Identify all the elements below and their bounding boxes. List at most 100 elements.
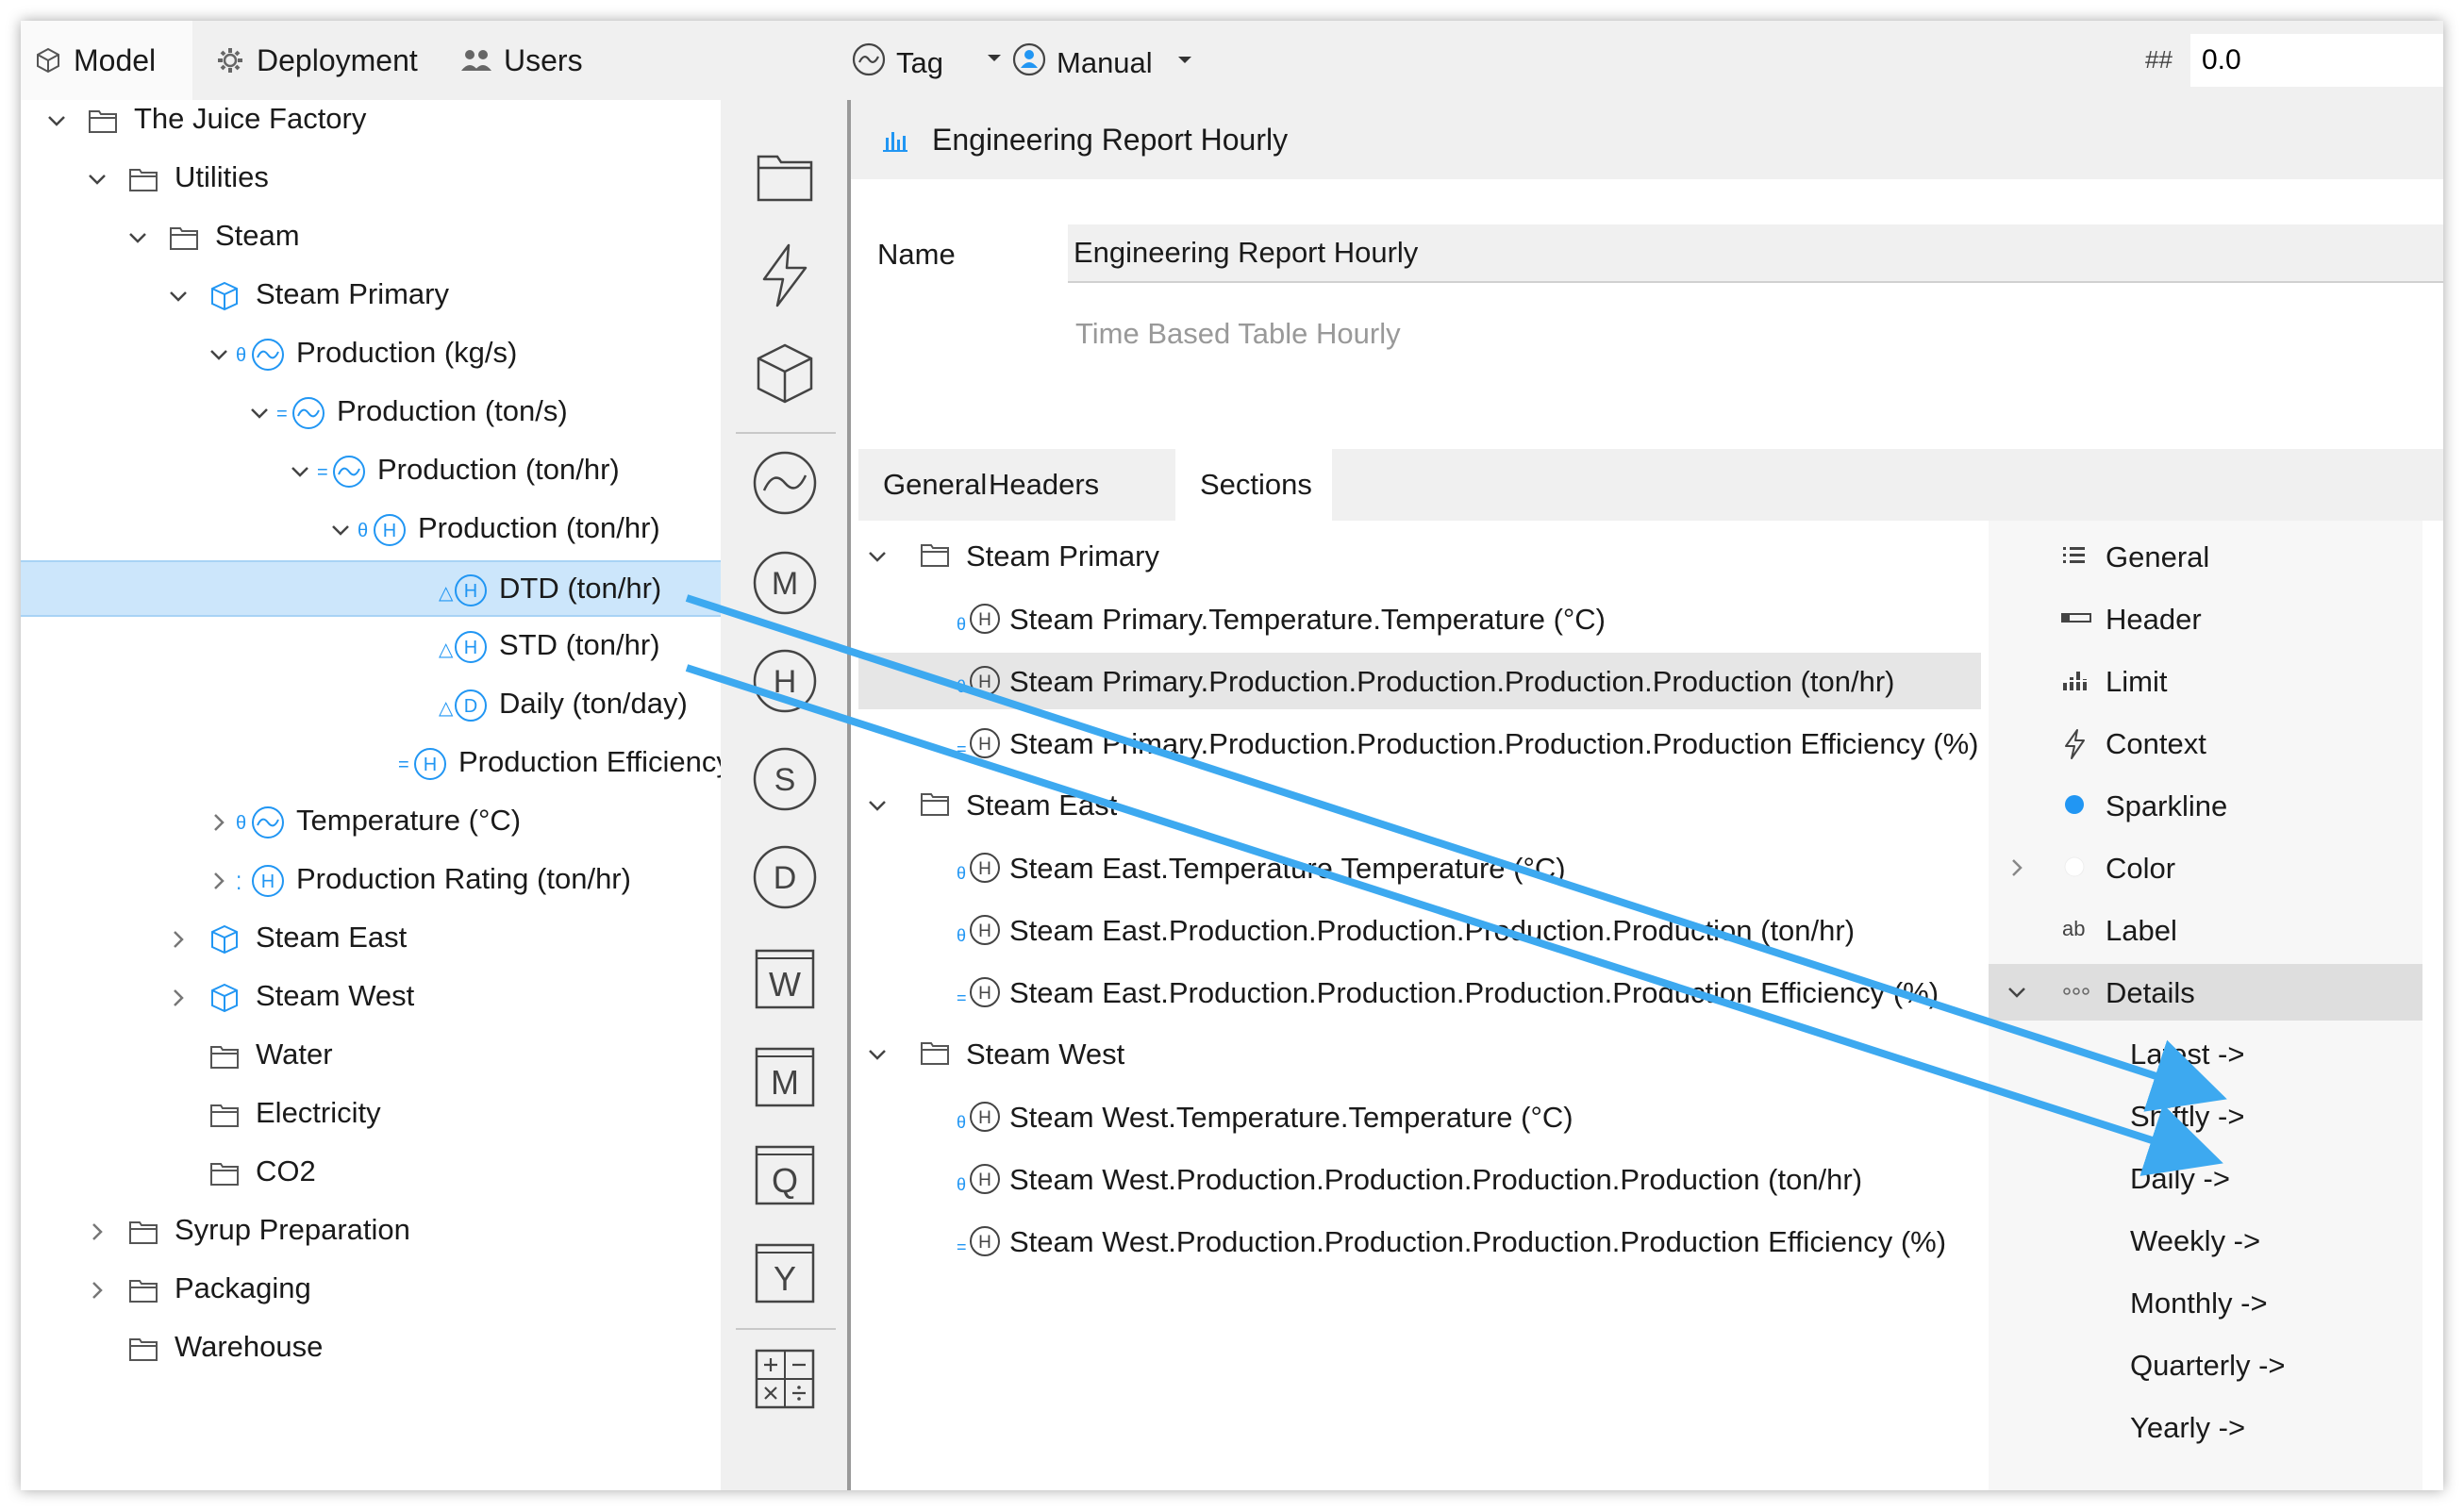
tree-item[interactable]: Electricity (21, 1087, 721, 1143)
details-link[interactable]: Daily -> (2130, 1162, 2230, 1196)
svg-text:H: H (424, 755, 437, 775)
svg-text:H: H (978, 1171, 991, 1190)
property-header[interactable]: Header (1989, 590, 2422, 647)
chevron-down-icon[interactable] (163, 281, 193, 311)
tree-item[interactable]: The Juice Factory (21, 100, 721, 149)
tree-item[interactable]: △ H DTD (ton/hr) (21, 560, 721, 617)
details-link[interactable]: Weekly -> (2130, 1224, 2260, 1258)
trend-palette-icon[interactable] (751, 449, 819, 517)
tree-item[interactable]: Steam West (21, 970, 721, 1026)
chevron-down-icon[interactable] (42, 106, 72, 136)
chevron-down-icon[interactable] (325, 515, 356, 545)
property-color[interactable]: Color (1989, 839, 2422, 896)
tree-item[interactable]: Steam East (21, 911, 721, 968)
tree-item[interactable]: = Production (ton/s) (21, 385, 721, 441)
cube-palette-icon[interactable] (751, 340, 819, 407)
tree-item[interactable]: △ D Daily (ton/day) (21, 677, 721, 734)
chevron-right-icon[interactable] (204, 807, 234, 838)
section-item[interactable]: θ H Steam East.Production.Production.Produ… (858, 902, 1981, 958)
tree-item[interactable]: Utilities (21, 151, 721, 208)
tree-item[interactable]: Water (21, 1028, 721, 1085)
tag-button[interactable]: Tag (851, 42, 943, 85)
chevron-down-icon[interactable] (123, 223, 153, 253)
chevron-right-icon[interactable] (82, 1275, 112, 1305)
details-link[interactable]: Yearly -> (2130, 1411, 2245, 1445)
tree-item[interactable]: Steam (21, 209, 721, 266)
tag-dropdown-chevron[interactable] (985, 43, 1004, 76)
details-link[interactable]: Latest -> (2130, 1038, 2245, 1071)
tab-sections[interactable]: Sections (1175, 449, 1332, 521)
section-item[interactable]: = H Steam West.Production.Production.Produ… (858, 1213, 1981, 1270)
chevron-right-icon[interactable] (82, 1217, 112, 1247)
tree-item[interactable]: Warehouse (21, 1320, 721, 1377)
chevron-right-icon[interactable] (163, 983, 193, 1013)
chevron-down-icon[interactable] (204, 340, 234, 370)
chevron-down-icon[interactable] (862, 790, 892, 825)
property-details[interactable]: Details (1989, 964, 2422, 1021)
tag-badge: θ (236, 813, 247, 834)
section-item[interactable]: θ H Steam West.Temperature.Temperature (°C… (858, 1088, 1981, 1145)
chevron-right-icon[interactable] (163, 924, 193, 955)
section-item[interactable]: = H Steam Primary.Production.Production.Pr… (858, 715, 1981, 772)
section-item[interactable]: = H Steam East.Production.Production.Produ… (858, 964, 1981, 1021)
details-link[interactable]: Quarterly -> (2130, 1349, 2286, 1383)
editor-tabs: General Headers Sections (858, 449, 2443, 521)
property-general[interactable]: General (1989, 528, 2422, 585)
tree-item[interactable]: Packaging (21, 1262, 721, 1319)
details-link[interactable]: Monthly -> (2130, 1287, 2268, 1320)
cube-icon (208, 921, 241, 958)
folder-palette-icon[interactable] (751, 141, 819, 209)
hourly-tag-icon: H (966, 1160, 1004, 1203)
tree-item[interactable]: = Production (ton/hr) (21, 443, 721, 500)
tree-item[interactable]: △ H STD (ton/hr) (21, 619, 721, 675)
circle-d-palette-icon[interactable]: D (751, 843, 819, 911)
property-context[interactable]: Context (1989, 715, 2422, 772)
chevron-right-icon[interactable] (2002, 853, 2032, 888)
bolt-palette-icon[interactable] (751, 241, 819, 309)
value-input[interactable] (2190, 34, 2443, 87)
property-sparkline[interactable]: Sparkline (1989, 777, 2422, 834)
tab-headers[interactable]: Headers (964, 449, 1151, 521)
section-header[interactable]: Steam East (858, 777, 1981, 834)
section-item[interactable]: θ H Steam West.Production.Production.Produ… (858, 1151, 1981, 1207)
section-item[interactable]: θ H Steam Primary.Temperature.Temperature … (858, 590, 1981, 647)
tree-item[interactable]: θ Production (kg/s) (21, 326, 721, 383)
chevron-down-icon[interactable] (862, 541, 892, 576)
svg-text:H: H (383, 521, 396, 541)
section-header[interactable]: Steam West (858, 1026, 1981, 1083)
calculator-palette-icon[interactable] (751, 1345, 819, 1413)
tree-item[interactable]: Steam Primary (21, 268, 721, 324)
mode-selector[interactable]: Manual (1011, 42, 1194, 85)
tree-item[interactable]: θ Temperature (°C) (21, 794, 721, 851)
chevron-down-icon[interactable] (285, 457, 315, 487)
circle-s-palette-icon[interactable]: S (751, 745, 819, 813)
box-m-palette-icon[interactable]: M (751, 1043, 819, 1111)
chevron-down-icon[interactable] (82, 164, 112, 194)
box-y-palette-icon[interactable]: Y (751, 1239, 819, 1307)
tab-deployment[interactable]: Deployment (202, 21, 447, 100)
tab-general[interactable]: General (858, 449, 987, 521)
chevron-down-icon[interactable] (244, 398, 275, 428)
tree-item[interactable]: ⁚ H Production Rating (ton/hr) (21, 853, 721, 909)
box-w-palette-icon[interactable]: W (751, 945, 819, 1013)
tab-users[interactable]: Users (447, 21, 608, 100)
box-q-palette-icon[interactable]: Q (751, 1141, 819, 1209)
circle-h-palette-icon[interactable]: H (751, 647, 819, 715)
tree-item[interactable]: Syrup Preparation (21, 1204, 721, 1260)
tree-item[interactable]: CO2 (21, 1145, 721, 1202)
section-header[interactable]: Steam Primary (858, 528, 1981, 585)
circle-m-palette-icon[interactable]: M (751, 549, 819, 617)
property-limit[interactable]: Limit (1989, 653, 2422, 709)
section-item[interactable]: θ H Steam East.Temperature.Temperature (°C… (858, 839, 1981, 896)
details-link[interactable]: Shiftly -> (2130, 1100, 2244, 1134)
chevron-down-icon[interactable] (862, 1039, 892, 1074)
tab-model[interactable]: Model (21, 21, 192, 100)
property-label[interactable]: ab Label (1989, 902, 2422, 958)
tree-item[interactable]: θ H Production (ton/hr) (21, 502, 721, 558)
chevron-down-icon[interactable] (2002, 977, 2032, 1012)
tree-item[interactable]: = H Production Efficiency (% (21, 736, 721, 792)
section-item[interactable]: θ H Steam Primary.Production.Production.Pr… (858, 653, 1981, 709)
tag-icon (851, 42, 887, 85)
chevron-right-icon[interactable] (204, 866, 234, 896)
name-field[interactable]: Engineering Report Hourly (1068, 224, 2443, 283)
